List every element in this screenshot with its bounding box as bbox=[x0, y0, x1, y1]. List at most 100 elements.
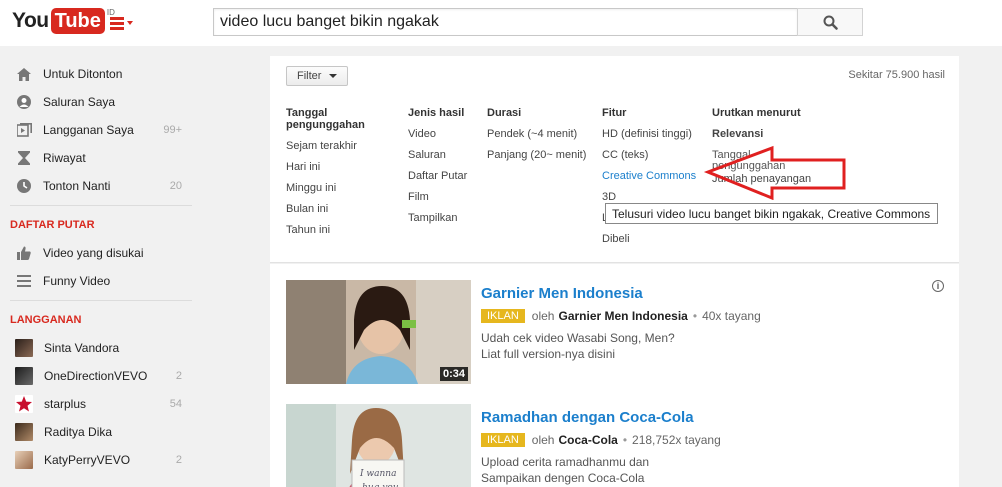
hourglass-icon bbox=[16, 150, 32, 166]
guide-sidebar: Untuk Ditonton Saluran Saya Langganan Sa… bbox=[0, 46, 192, 487]
star-logo-icon bbox=[15, 395, 33, 413]
subscriptions-icon bbox=[16, 122, 32, 138]
sidebar-item-channel[interactable]: OneDirectionVEVO 2 bbox=[0, 362, 192, 390]
user-icon bbox=[16, 94, 32, 110]
search-filter-panel: Filter Sekitar 75.900 hasil Tanggal peng… bbox=[270, 56, 959, 263]
separator-dot: • bbox=[622, 433, 628, 447]
result-info: Ramadhan dengan Coca-Cola IKLAN oleh Coc… bbox=[481, 408, 941, 486]
sidebar-item-channel[interactable]: Sinta Vandora bbox=[0, 334, 192, 362]
subscriptions-heading[interactable]: LANGGANAN bbox=[0, 306, 192, 334]
video-description: Udah cek video Wasabi Song, Men? Liat fu… bbox=[481, 330, 941, 362]
divider bbox=[10, 300, 192, 301]
filter-option-creative-commons[interactable]: Creative Commons bbox=[602, 171, 702, 192]
filter-option[interactable]: Daftar Putar bbox=[408, 171, 508, 192]
video-title[interactable]: Ramadhan dengan Coca-Cola bbox=[481, 408, 941, 428]
playlist-icon bbox=[16, 273, 32, 289]
sidebar-item-channel[interactable]: KatyPerryVEVO 2 bbox=[0, 446, 192, 474]
filter-option[interactable]: Minggu ini bbox=[286, 183, 386, 204]
video-meta: IKLAN oleh Garnier Men Indonesia • 40x t… bbox=[481, 308, 941, 324]
sidebar-item-label: starplus bbox=[44, 397, 87, 411]
youtube-logo[interactable]: You Tube ID bbox=[12, 8, 115, 34]
svg-text:hug you: hug you bbox=[362, 483, 399, 487]
filter-heading: Urutkan menurut bbox=[712, 107, 801, 119]
result-info: Garnier Men Indonesia IKLAN oleh Garnier… bbox=[481, 284, 941, 362]
filter-column-upload-date: Tanggal pengunggahan Sejam terakhir Hari… bbox=[286, 107, 386, 246]
separator-dot: • bbox=[692, 309, 698, 323]
channel-avatar bbox=[15, 367, 33, 385]
playlists-heading[interactable]: DAFTAR PUTAR bbox=[0, 211, 192, 239]
sidebar-item-my-channel[interactable]: Saluran Saya bbox=[0, 88, 192, 116]
tooltip: Telusuri video lucu banget bikin ngakak,… bbox=[605, 203, 938, 224]
logo-you-text: You bbox=[12, 9, 49, 32]
sidebar-item-label: KatyPerryVEVO bbox=[44, 453, 131, 467]
filter-heading: Tanggal pengunggahan bbox=[286, 107, 365, 131]
sidebar-item-liked-videos[interactable]: Video yang disukai bbox=[0, 239, 192, 267]
sidebar-item-count: 54 bbox=[169, 398, 182, 410]
sidebar-item-label: Sinta Vandora bbox=[44, 341, 120, 355]
filter-option[interactable]: Film bbox=[408, 192, 508, 213]
search-box bbox=[213, 8, 798, 36]
guide-menu-button[interactable] bbox=[108, 15, 134, 31]
filter-option[interactable]: Hari ini bbox=[286, 162, 386, 183]
filter-option[interactable]: Sejam terakhir bbox=[286, 141, 386, 162]
sidebar-item-channel[interactable]: starplus 54 bbox=[0, 390, 192, 418]
filter-option[interactable]: Pendek (~4 menit) bbox=[487, 129, 587, 150]
description-line: Udah cek video Wasabi Song, Men? bbox=[481, 331, 675, 345]
sidebar-item-watch-later[interactable]: Tonton Nanti 20 bbox=[0, 172, 192, 200]
search-button[interactable] bbox=[797, 8, 863, 36]
sidebar-item-history[interactable]: Riwayat bbox=[0, 144, 192, 172]
sidebar-item-label: Funny Video bbox=[43, 274, 111, 288]
channel-avatar bbox=[15, 339, 33, 357]
thumbnail-image: I wanna hug you bbox=[286, 404, 471, 487]
sidebar-item-label: OneDirectionVEVO bbox=[44, 369, 148, 383]
video-thumbnail[interactable]: 0:34 bbox=[286, 280, 471, 384]
result-count: Sekitar 75.900 hasil bbox=[848, 69, 945, 81]
sidebar-item-count: 99+ bbox=[163, 124, 182, 136]
divider bbox=[10, 205, 192, 206]
filter-option[interactable]: Tampilkan bbox=[408, 213, 508, 234]
filter-option[interactable]: Dibeli bbox=[602, 234, 702, 255]
view-count: 40x tayang bbox=[702, 309, 761, 323]
page-scrollbar[interactable] bbox=[984, 46, 1002, 487]
channel-name[interactable]: Garnier Men Indonesia bbox=[558, 309, 687, 323]
description-line: Upload cerita ramadhanmu dan bbox=[481, 455, 650, 469]
video-duration: 0:34 bbox=[439, 367, 468, 381]
video-thumbnail[interactable]: I wanna hug you bbox=[286, 404, 471, 487]
filter-option[interactable]: CC (teks) bbox=[602, 150, 702, 171]
sidebar-item-channel[interactable]: Raditya Dika bbox=[0, 418, 192, 446]
filter-option[interactable]: Bulan ini bbox=[286, 204, 386, 225]
caret-down-icon bbox=[127, 21, 133, 25]
video-meta: IKLAN oleh Coca-Cola • 218,752x tayang bbox=[481, 432, 941, 448]
filter-column-duration: Durasi Pendek (~4 menit) Panjang (20~ me… bbox=[487, 107, 587, 171]
channel-avatar bbox=[15, 451, 33, 469]
sidebar-item-label: Video yang disukai bbox=[43, 246, 144, 260]
logo-tube-text: Tube bbox=[50, 8, 105, 34]
by-label: oleh bbox=[531, 309, 555, 323]
video-title[interactable]: Garnier Men Indonesia bbox=[481, 284, 941, 304]
sidebar-item-what-to-watch[interactable]: Untuk Ditonton bbox=[0, 60, 192, 88]
ad-badge: IKLAN bbox=[481, 309, 525, 323]
filter-option[interactable]: HD (definisi tinggi) bbox=[602, 129, 702, 150]
caret-down-icon bbox=[329, 74, 338, 78]
filter-option[interactable]: Panjang (20~ menit) bbox=[487, 150, 587, 171]
filter-option[interactable]: Tahun ini bbox=[286, 225, 386, 246]
search-input[interactable] bbox=[214, 9, 797, 35]
sidebar-item-count: 2 bbox=[175, 454, 182, 466]
masthead: You Tube ID bbox=[0, 0, 1002, 46]
thumbs-up-icon bbox=[16, 245, 32, 261]
sidebar-item-label: Saluran Saya bbox=[43, 95, 116, 109]
search-results: i 0:34 Garnier Men Indonesia IKLAN oleh … bbox=[270, 264, 959, 487]
channel-name[interactable]: Coca-Cola bbox=[558, 433, 617, 447]
sidebar-item-label: Langganan Saya bbox=[43, 123, 134, 137]
clock-icon bbox=[16, 178, 32, 194]
ad-badge: IKLAN bbox=[481, 433, 525, 447]
channel-avatar bbox=[15, 423, 33, 441]
by-label: oleh bbox=[531, 433, 555, 447]
filter-button[interactable]: Filter bbox=[286, 66, 348, 86]
sidebar-item-subscriptions[interactable]: Langganan Saya 99+ bbox=[0, 116, 192, 144]
description-line: Sampaikan dengen Coca-Cola bbox=[481, 471, 645, 485]
search-icon bbox=[823, 15, 838, 30]
sidebar-item-funny-video[interactable]: Funny Video bbox=[0, 267, 192, 295]
sidebar-item-label: Raditya Dika bbox=[44, 425, 113, 439]
sidebar-item-label: Riwayat bbox=[43, 151, 86, 165]
